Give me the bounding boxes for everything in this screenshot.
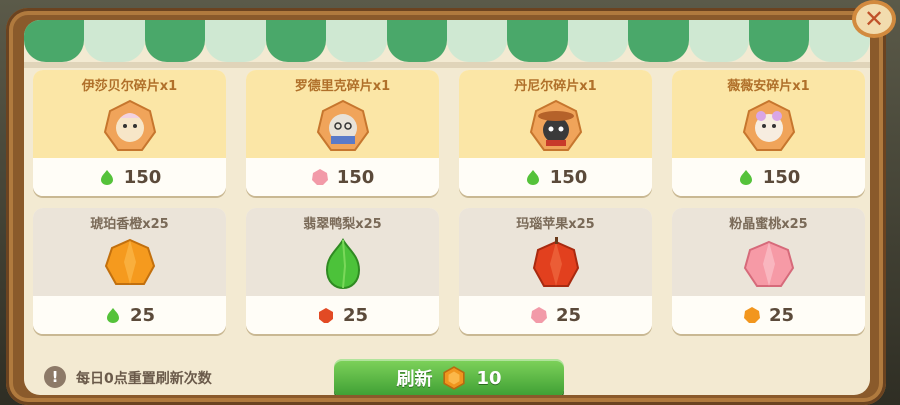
isabel-shard-icon (103, 99, 156, 151)
awning-stripe (446, 20, 508, 62)
orange-icon (743, 307, 760, 323)
card-price-row: 150 (33, 158, 226, 196)
shop-item-card[interactable]: 薇薇安碎片x1 150 (672, 70, 865, 196)
close-button[interactable]: ✕ (852, 0, 896, 38)
awning-stripe (507, 20, 568, 62)
awning-stripe (567, 20, 629, 62)
shop-item-card[interactable]: 丹尼尔碎片x1 150 (459, 70, 652, 196)
red-apple-icon (318, 308, 333, 323)
refresh-label: 刷新 (396, 369, 433, 390)
item-name: 罗德里克碎片x1 (294, 79, 391, 94)
item-name: 伊莎贝尔碎片x1 (81, 79, 178, 94)
card-top: 薇薇安碎片x1 (672, 70, 865, 158)
card-top: 罗德里克碎片x1 (246, 70, 439, 158)
shop-grid: 伊莎贝尔碎片x1 150 罗德里克碎片x1 150 丹尼尔碎片x1 150 薇薇… (33, 70, 865, 334)
card-price-row: 25 (246, 296, 439, 334)
card-price-row: 25 (672, 296, 865, 334)
card-top: 玛瑙苹果x25 (459, 208, 652, 296)
daniel-shard-icon (529, 99, 582, 151)
agate-apple-icon (532, 237, 579, 287)
amber-orange-icon (104, 238, 155, 285)
card-top: 琥珀香橙x25 (33, 208, 226, 296)
game-scene: 伊莎贝尔碎片x1 150 罗德里克碎片x1 150 丹尼尔碎片x1 150 薇薇… (0, 0, 900, 405)
shop-item-card[interactable]: 琥珀香橙x25 25 (33, 208, 226, 334)
item-price: 150 (336, 166, 375, 188)
close-icon: ✕ (863, 5, 885, 33)
item-name: 丹尼尔碎片x1 (514, 79, 597, 94)
item-name: 琥珀香橙x25 (90, 217, 169, 232)
item-name: 玛瑙苹果x25 (516, 217, 595, 232)
item-name: 翡翠鸭梨x25 (303, 217, 382, 232)
item-price: 150 (549, 166, 588, 188)
shop-item-card[interactable]: 粉晶蜜桃x25 25 (672, 208, 865, 334)
shop-awning (24, 20, 870, 62)
pink-crystal-peach-icon (743, 240, 794, 287)
awning-stripe (688, 20, 750, 62)
green-pear-icon (526, 170, 539, 185)
card-price-row: 25 (459, 296, 652, 334)
refresh-cost: 10 (476, 367, 502, 389)
awning-shadow (24, 62, 870, 68)
awning-stripe (628, 20, 689, 62)
card-top: 丹尼尔碎片x1 (459, 70, 652, 158)
shop-item-card[interactable]: 翡翠鸭梨x25 25 (246, 208, 439, 334)
green-pear-icon (106, 308, 119, 323)
item-price: 25 (342, 304, 369, 326)
card-price-row: 150 (459, 158, 652, 196)
item-name: 薇薇安碎片x1 (727, 79, 810, 94)
shop-inner: 伊莎贝尔碎片x1 150 罗德里克碎片x1 150 丹尼尔碎片x1 150 薇薇… (24, 20, 870, 395)
item-price: 25 (129, 304, 156, 326)
card-top: 伊莎贝尔碎片x1 (33, 70, 226, 158)
pink-peach-icon (530, 307, 547, 323)
item-price: 150 (762, 166, 801, 188)
awning-stripe (144, 20, 206, 62)
awning-stripe (749, 20, 810, 62)
awning-stripe (24, 20, 85, 62)
pink-peach-icon (311, 169, 328, 185)
shop-item-card[interactable]: 玛瑙苹果x25 25 (459, 208, 652, 334)
green-pear-icon (739, 170, 752, 185)
item-price: 150 (123, 166, 162, 188)
awning-stripe (326, 20, 387, 62)
green-pear-icon (100, 170, 113, 185)
roderick-shard-icon (316, 99, 369, 151)
shop-footer: ! 每日0点重置刷新次数 刷新 10 (24, 348, 870, 395)
info-icon: ! (44, 366, 66, 388)
shop-panel: 伊莎贝尔碎片x1 150 罗德里克碎片x1 150 丹尼尔碎片x1 150 薇薇… (6, 8, 886, 405)
vivian-shard-icon (742, 99, 795, 151)
shop-item-card[interactable]: 伊莎贝尔碎片x1 150 (33, 70, 226, 196)
item-price: 25 (768, 304, 795, 326)
refresh-reset-info: 每日0点重置刷新次数 (76, 371, 212, 387)
awning-stripe (386, 20, 447, 62)
awning-stripe (265, 20, 327, 62)
refresh-button[interactable]: 刷新 10 (334, 359, 564, 395)
item-name: 粉晶蜜桃x25 (729, 217, 808, 232)
card-top: 翡翠鸭梨x25 (246, 208, 439, 296)
shop-item-card[interactable]: 罗德里克碎片x1 150 (246, 70, 439, 196)
card-price-row: 25 (33, 296, 226, 334)
item-price: 25 (555, 304, 582, 326)
card-price-row: 150 (246, 158, 439, 196)
orange-gem-icon (443, 366, 466, 390)
jade-pear-icon (325, 238, 360, 290)
awning-stripe (84, 20, 145, 62)
awning-stripe (205, 20, 266, 62)
card-top: 粉晶蜜桃x25 (672, 208, 865, 296)
card-price-row: 150 (672, 158, 865, 196)
